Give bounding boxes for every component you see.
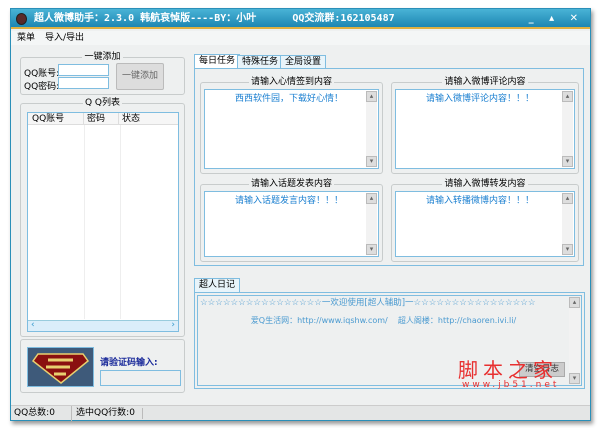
topic-post-text: 请输入话题发言内容！！！ [235, 196, 344, 206]
qq-list-legend: Q Q列表 [82, 98, 123, 108]
tab-log[interactable]: 超人日记 [194, 278, 241, 292]
mood-checkin-legend: 请输入心情签到内容 [248, 77, 334, 87]
weibo-comment-text: 请输入微博评论内容！！！ [426, 94, 535, 104]
weibo-repost-textarea[interactable]: 请输入转播微博内容！！！ ▴ ▾ [395, 191, 575, 257]
captcha-image [27, 347, 94, 387]
title-bar: 超人微博助手：2.3.0 韩航哀悼版----BY：小叶 QQ交流群:162105… [11, 9, 590, 29]
watermark-url: www.jb51.net [462, 380, 560, 390]
window-controls[interactable]: _ ▴ ✕ [529, 9, 584, 29]
app-icon [16, 13, 27, 25]
daily-tasks-panel: 请输入心情签到内容 西西软件园，下载好心情！ ▴ ▾ 请输入微博评论内容 请输入微博… [194, 68, 584, 266]
weibo-comment-textarea[interactable]: 请输入微博评论内容！！！ ▴ ▾ [395, 89, 575, 169]
captcha-group: 请验证码输入: [20, 339, 185, 393]
menu-bar: 菜单 导入/导出 [11, 31, 590, 45]
password-label: QQ密码: [24, 82, 60, 92]
menu-item-menu[interactable]: 菜单 [17, 33, 35, 43]
quick-add-button[interactable]: 一键添加 [116, 63, 164, 90]
column-header-account[interactable]: QQ账号 [28, 113, 84, 124]
tab-daily-tasks[interactable]: 每日任务 [194, 54, 241, 69]
watermark-logo: 脚本之家 [458, 358, 558, 382]
weibo-comment-group: 请输入微博评论内容 请输入微博评论内容！！！ ▴ ▾ [391, 77, 579, 174]
mood-checkin-group: 请输入心情签到内容 西西软件园，下载好心情！ ▴ ▾ [200, 77, 383, 174]
weibo-repost-legend: 请输入微博转发内容 [442, 179, 528, 189]
scroll-left-icon[interactable]: ‹ [31, 320, 35, 330]
topic-post-textarea[interactable]: 请输入话题发言内容！！！ ▴ ▾ [204, 191, 379, 257]
tab-global-settings[interactable]: 全局设置 [280, 55, 327, 69]
menu-item-import-export[interactable]: 导入/导出 [45, 33, 84, 43]
tab-special-tasks[interactable]: 特殊任务 [237, 55, 284, 69]
quick-add-legend: 一键添加 [82, 52, 123, 62]
horizontal-scrollbar[interactable]: ‹ › [28, 320, 178, 331]
account-label: QQ账号: [24, 69, 60, 79]
mood-checkin-text: 西西软件园，下载好心情！ [235, 94, 344, 104]
qq-list-group: Q Q列表 QQ账号 密码 状态 ‹ › [20, 98, 185, 337]
topic-post-legend: 请输入话题发表内容 [248, 179, 334, 189]
window-title: 超人微博助手：2.3.0 韩航哀悼版----BY：小叶 QQ交流群:162105… [34, 13, 395, 24]
status-bar: QQ总数:0 选中QQ行数:0 [11, 405, 590, 421]
status-selected: 选中QQ行数:0 [71, 406, 135, 421]
log-line-welcome: ☆☆☆☆☆☆☆☆☆☆☆☆☆☆☆☆一欢迎使用[超人辅助]一☆☆☆☆☆☆☆☆☆☆☆☆… [200, 298, 536, 308]
status-total: QQ总数:0 [14, 408, 55, 418]
captcha-input[interactable] [100, 370, 181, 386]
weibo-repost-group: 请输入微博转发内容 请输入转播微博内容！！！ ▴ ▾ [391, 179, 579, 262]
scroll-right-icon[interactable]: › [171, 320, 175, 330]
weibo-comment-legend: 请输入微博评论内容 [442, 77, 528, 87]
column-header-status[interactable]: 状态 [119, 113, 178, 124]
account-input[interactable] [58, 64, 109, 76]
log-line-links: 爱Q生活网：http://www.iqshw.com/ 超人阁楼：http://… [250, 316, 517, 325]
mood-checkin-textarea[interactable]: 西西软件园，下载好心情！ ▴ ▾ [204, 89, 379, 169]
quick-add-group: 一键添加 QQ账号: QQ密码: 一键添加 [20, 52, 185, 95]
captcha-label: 请验证码输入: [100, 358, 158, 368]
weibo-repost-text: 请输入转播微博内容！！！ [426, 196, 535, 206]
password-input[interactable] [58, 77, 109, 89]
column-header-password[interactable]: 密码 [84, 113, 119, 124]
qq-list-table[interactable]: QQ账号 密码 状态 ‹ › [27, 112, 179, 332]
topic-post-group: 请输入话题发表内容 请输入话题发言内容！！！ ▴ ▾ [200, 179, 383, 262]
